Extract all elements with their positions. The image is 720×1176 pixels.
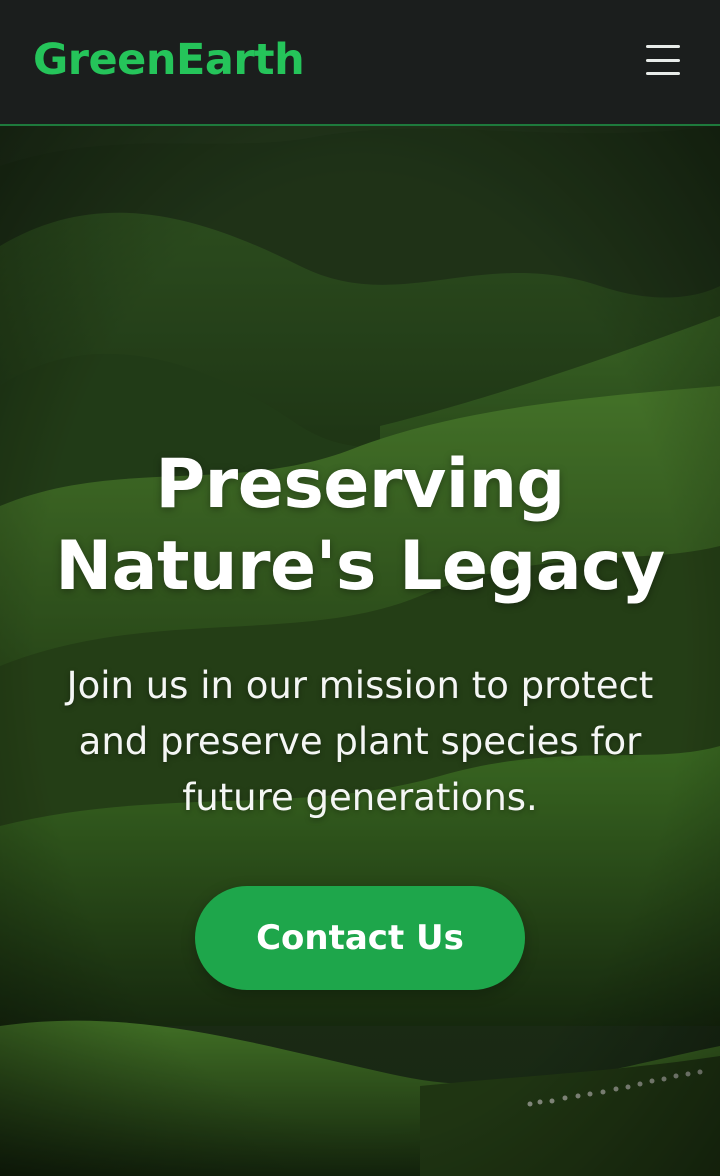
hamburger-menu-icon[interactable] — [644, 42, 684, 78]
contact-us-button[interactable]: Contact Us — [195, 886, 525, 990]
menu-line — [646, 45, 680, 48]
site-header: GreenEarth — [0, 0, 720, 126]
hero-section: Preserving Nature's Legacy Join us in ou… — [0, 126, 720, 1176]
hero-content: Preserving Nature's Legacy Join us in ou… — [0, 444, 720, 990]
menu-line — [646, 58, 680, 62]
brand-logo[interactable]: GreenEarth — [33, 35, 305, 85]
hero-title-line-1: Preserving — [155, 445, 565, 524]
hero-subtitle: Join us in our mission to protect and pr… — [66, 664, 654, 819]
menu-line — [646, 72, 680, 75]
hero-title: Preserving Nature's Legacy — [0, 444, 720, 608]
hero-title-line-2: Nature's Legacy — [55, 527, 665, 606]
